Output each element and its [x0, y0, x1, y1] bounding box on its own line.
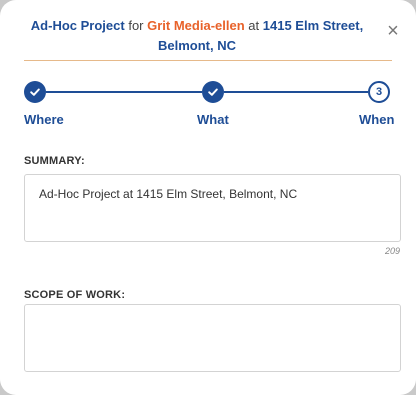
summary-textarea[interactable]: Ad-Hoc Project at 1415 Elm Street, Belmo…: [24, 174, 401, 242]
summary-char-count: 209: [384, 246, 400, 256]
step-connector: [224, 91, 368, 93]
step-label-what[interactable]: What: [197, 112, 229, 127]
project-kind: Ad-Hoc Project: [30, 18, 125, 33]
step-label-where[interactable]: Where: [24, 112, 64, 127]
scope-label: SCOPE OF WORK:: [24, 289, 126, 301]
project-modal: Ad-Hoc Project for Grit Media-ellen at 1…: [0, 0, 416, 395]
scope-of-work-textarea[interactable]: [24, 304, 401, 372]
modal-title: Ad-Hoc Project for Grit Media-ellen at 1…: [22, 16, 372, 56]
close-icon[interactable]: ×: [384, 21, 402, 41]
stepper: 3 Where What When: [0, 76, 416, 136]
for-text: for: [128, 18, 144, 33]
step-connector: [46, 91, 202, 93]
at-text: at: [248, 18, 260, 33]
step-label-when[interactable]: When: [359, 112, 394, 127]
step-what-check-icon[interactable]: [202, 81, 224, 103]
summary-value: Ad-Hoc Project at 1415 Elm Street, Belmo…: [39, 187, 298, 201]
client-name: Grit Media-ellen: [147, 18, 245, 33]
summary-label: SUMMARY:: [24, 155, 85, 167]
check-icon: [208, 88, 218, 96]
check-icon: [30, 88, 40, 96]
step-where-check-icon[interactable]: [24, 81, 46, 103]
header-divider: [24, 60, 392, 61]
step-when-number[interactable]: 3: [368, 81, 390, 103]
